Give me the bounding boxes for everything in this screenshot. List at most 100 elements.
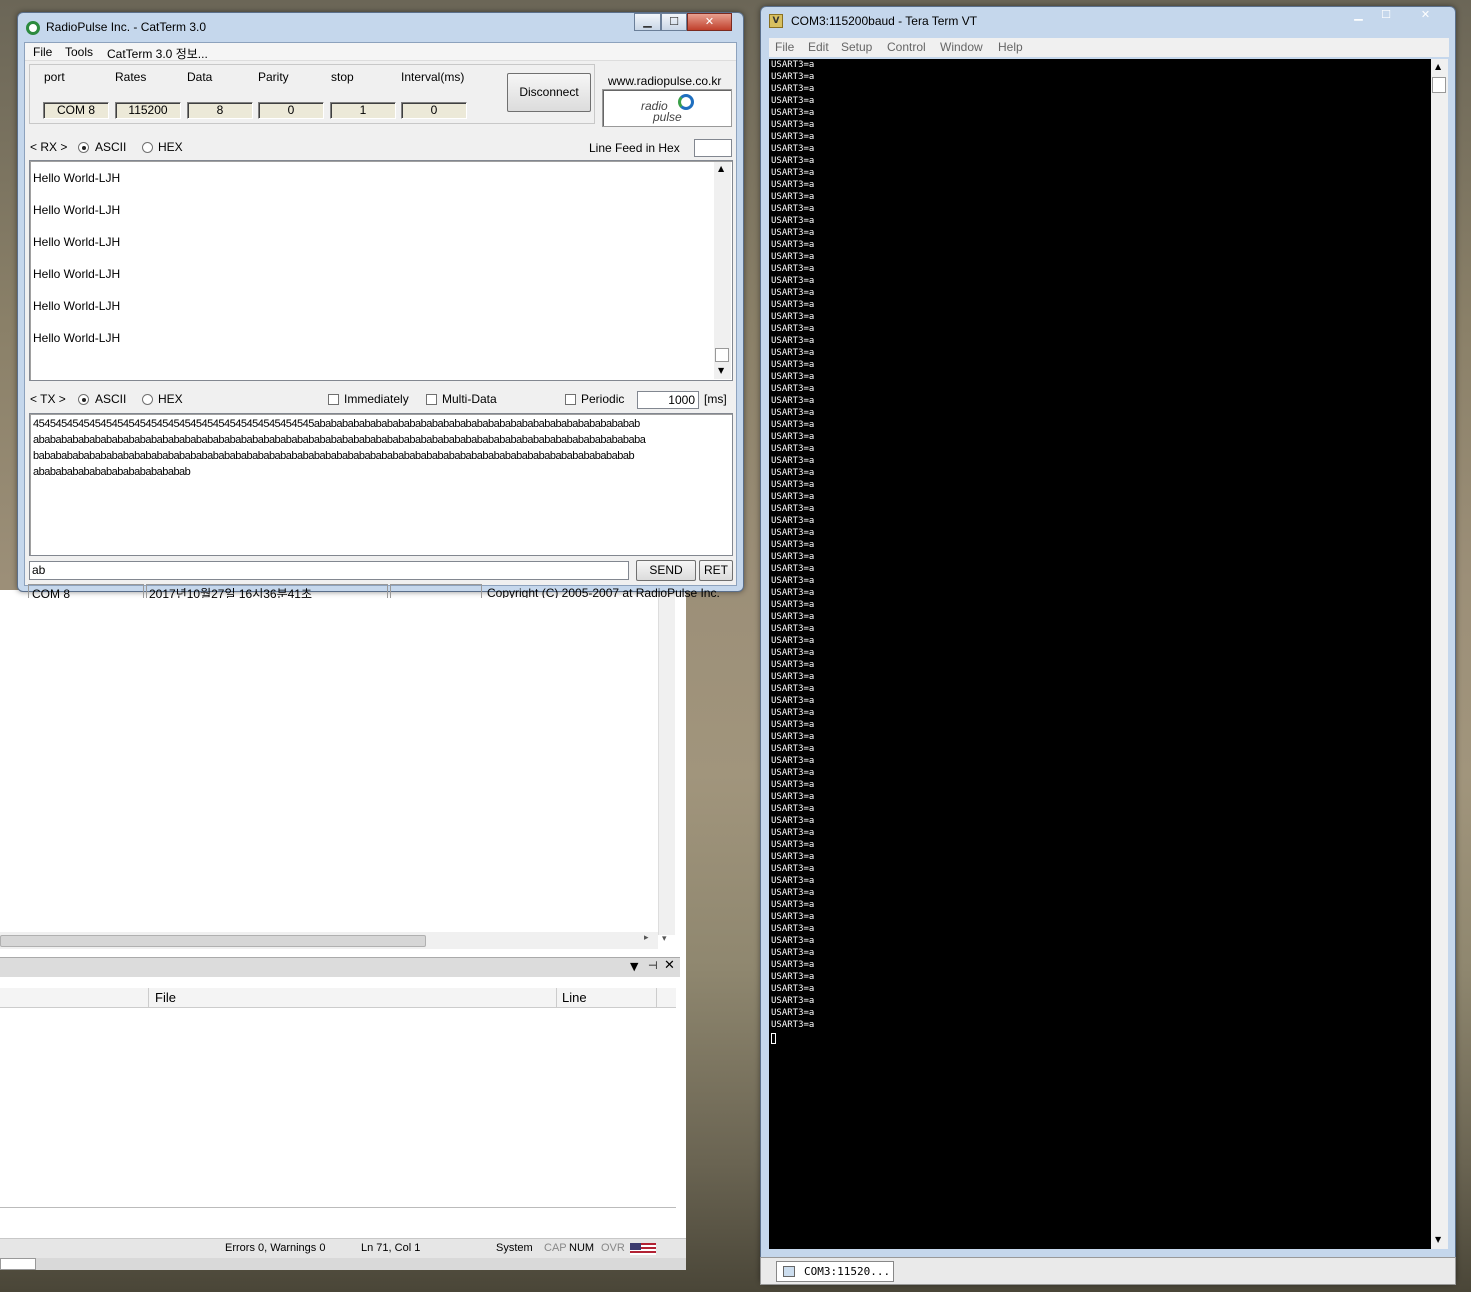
tt-output-line: USART3=a — [771, 840, 815, 850]
tt-output-line: USART3=a — [771, 672, 815, 682]
periodic-checkbox[interactable] — [565, 394, 576, 405]
column-header-line[interactable]: Line — [562, 990, 587, 1005]
tx-hex-label[interactable]: HEX — [158, 392, 183, 406]
tx-line: babababababababababababababababababababa… — [33, 450, 635, 462]
tt-output-line: USART3=a — [771, 72, 815, 82]
rx-hex-label[interactable]: HEX — [158, 140, 183, 154]
send-button[interactable]: SEND — [636, 560, 696, 581]
periodic-label[interactable]: Periodic — [581, 392, 624, 406]
data-field[interactable]: 8 — [187, 102, 253, 119]
tt-menu-file[interactable]: File — [775, 40, 794, 54]
window-title: RadioPulse Inc. - CatTerm 3.0 — [46, 20, 207, 34]
website-link[interactable]: www.radiopulse.co.kr — [608, 74, 721, 88]
tt-output-line: USART3=a — [771, 252, 815, 262]
tx-textarea[interactable]: 4545454545454545454545454545454545454545… — [29, 413, 733, 556]
tt-output-line: USART3=a — [771, 744, 815, 754]
tt-output-line: USART3=a — [771, 948, 815, 958]
multidata-checkbox[interactable] — [426, 394, 437, 405]
ide-window: ▸ ▾ ▼ ⊣ ✕ File Line Errors 0, Warnings 0… — [0, 590, 686, 1270]
tt-output-line: USART3=a — [771, 480, 815, 490]
tt-output-line: USART3=a — [771, 864, 815, 874]
maximize-button[interactable]: ☐ — [661, 13, 687, 31]
tx-line: abababababababababababababab — [33, 466, 191, 478]
tt-output-line: USART3=a — [771, 768, 815, 778]
port-field[interactable]: COM 8 — [43, 102, 109, 119]
immediately-checkbox[interactable] — [328, 394, 339, 405]
tt-minimize-button[interactable]: ▁ — [1345, 7, 1372, 25]
multidata-label[interactable]: Multi-Data — [442, 392, 497, 406]
pin-icon[interactable]: ⊣ — [648, 959, 658, 972]
close-button[interactable]: ✕ — [687, 13, 732, 31]
tt-close-button[interactable]: ✕ — [1403, 7, 1448, 25]
rx-ascii-radio[interactable] — [78, 142, 89, 153]
tx-hex-radio[interactable] — [142, 394, 153, 405]
tt-terminal[interactable]: USART3=a USART3=a USART3=a USART3=a USART3=a… — [769, 59, 1431, 1249]
tt-output-line: USART3=a — [771, 528, 815, 538]
menu-about[interactable]: CatTerm 3.0 정보... — [107, 45, 208, 62]
tx-ascii-radio[interactable] — [78, 394, 89, 405]
tt-scroll-thumb[interactable] — [1432, 77, 1446, 93]
interval-field[interactable]: 0 — [401, 102, 467, 119]
tt-output-line: USART3=a — [771, 720, 815, 730]
menu-tools[interactable]: Tools — [65, 45, 93, 59]
rx-hex-radio[interactable] — [142, 142, 153, 153]
ide-editor[interactable] — [0, 590, 660, 935]
rx-scrollbar[interactable]: ▲ ▼ — [714, 162, 731, 379]
dropdown-arrow-icon[interactable]: ▼ — [630, 960, 638, 973]
tt-output-line: USART3=a — [771, 336, 815, 346]
tt-output-line: USART3=a — [771, 372, 815, 382]
tt-output-line: USART3=a — [771, 540, 815, 550]
tt-menu-help[interactable]: Help — [998, 40, 1023, 54]
ide-bottom-strip — [0, 1258, 686, 1270]
column-header-file[interactable]: File — [155, 990, 176, 1005]
ide-editor-vscrollbar[interactable] — [658, 590, 675, 935]
scroll-right-arrow-icon[interactable]: ▸ — [644, 933, 649, 943]
send-input[interactable]: ab — [29, 561, 629, 580]
tt-output-line: USART3=a — [771, 1008, 815, 1018]
tt-vscrollbar[interactable]: ▲ ▼ — [1431, 59, 1448, 1249]
scroll-up-arrow-icon[interactable]: ▲ — [1435, 62, 1441, 71]
tt-output-line: USART3=a — [771, 756, 815, 766]
tt-menu-window[interactable]: Window — [940, 40, 983, 54]
tt-output-line: USART3=a — [771, 288, 815, 298]
tt-output-line: USART3=a — [771, 732, 815, 742]
tt-output-line: USART3=a — [771, 684, 815, 694]
tt-output-line: USART3=a — [771, 552, 815, 562]
tt-menu-setup[interactable]: Setup — [841, 40, 872, 54]
scroll-down-arrow-icon[interactable]: ▼ — [718, 366, 724, 375]
ret-button[interactable]: RET — [699, 560, 733, 581]
close-icon[interactable]: ✕ — [664, 958, 675, 973]
disconnect-button[interactable]: Disconnect — [507, 73, 591, 112]
tt-taskbar-item[interactable]: COM3:11520... — [776, 1261, 894, 1282]
immediately-label[interactable]: Immediately — [344, 392, 409, 406]
rx-scroll-thumb[interactable] — [715, 348, 729, 362]
tt-output-line: USART3=a — [771, 216, 815, 226]
period-input[interactable]: 1000 — [637, 391, 699, 409]
linefeed-input[interactable] — [694, 139, 732, 157]
us-flag-icon[interactable] — [630, 1243, 656, 1255]
scroll-up-arrow-icon[interactable]: ▲ — [718, 164, 724, 173]
rx-textarea[interactable]: Hello World-LJH Hello World-LJH Hello Wo… — [29, 160, 733, 381]
scroll-down-arrow-icon[interactable]: ▾ — [662, 934, 667, 944]
rx-line: Hello World-LJH — [33, 235, 121, 249]
tt-output-line: USART3=a — [771, 960, 815, 970]
rates-field[interactable]: 115200 — [115, 102, 181, 119]
tt-output-line: USART3=a — [771, 144, 815, 154]
data-label: Data — [187, 70, 213, 84]
tt-output-line: USART3=a — [771, 420, 815, 430]
parity-field[interactable]: 0 — [258, 102, 324, 119]
tt-output-line: USART3=a — [771, 600, 815, 610]
tt-menu-edit[interactable]: Edit — [808, 40, 829, 54]
tx-ascii-label[interactable]: ASCII — [95, 392, 126, 406]
minimize-button[interactable]: ▁ — [634, 13, 661, 31]
menu-file[interactable]: File — [33, 45, 52, 59]
rx-ascii-label[interactable]: ASCII — [95, 140, 126, 154]
scroll-down-arrow-icon[interactable]: ▼ — [1435, 1235, 1441, 1244]
ide-hscroll-thumb[interactable] — [0, 935, 426, 947]
catterm-window: RadioPulse Inc. - CatTerm 3.0 ▁ ☐ ✕ File… — [17, 12, 744, 598]
status-errors: Errors 0, Warnings 0 — [225, 1242, 326, 1254]
tt-maximize-button[interactable]: ☐ — [1373, 7, 1399, 25]
tt-menu-control[interactable]: Control — [887, 40, 926, 54]
stop-field[interactable]: 1 — [330, 102, 396, 119]
tt-output-line: USART3=a — [771, 492, 815, 502]
